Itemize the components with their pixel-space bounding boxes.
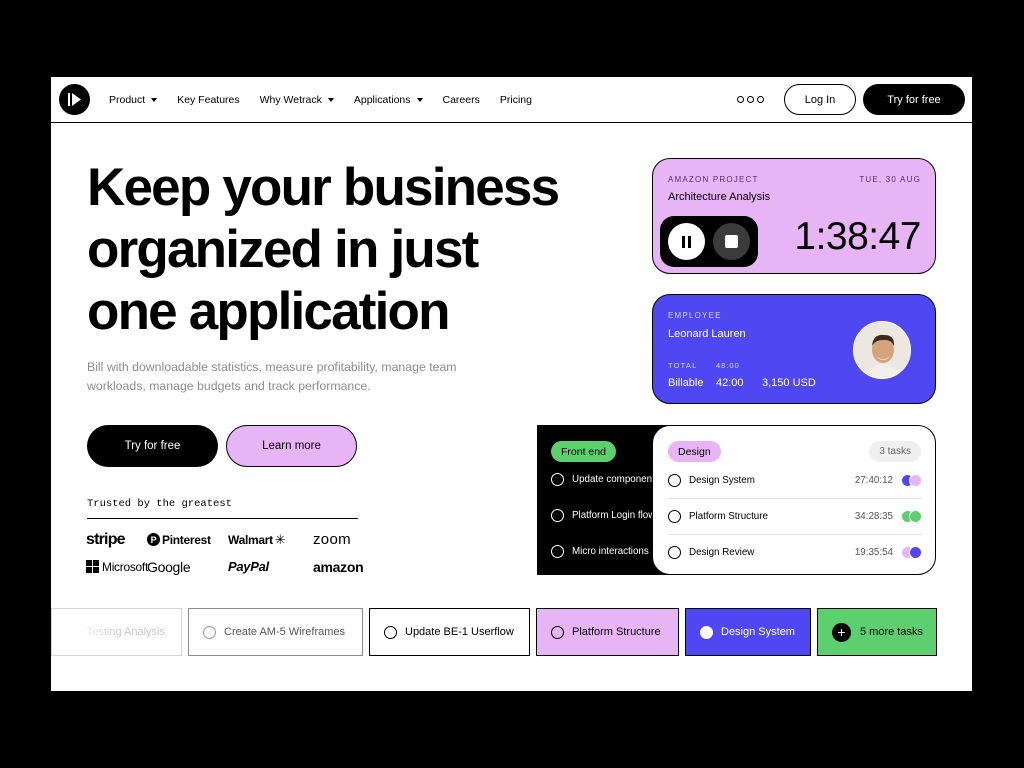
google-logo: Google xyxy=(147,558,191,575)
hero-title: Keep your business organized in just one… xyxy=(87,158,560,341)
stripe-logo: stripe xyxy=(86,530,126,548)
strip-task-userflow[interactable]: Update BE-1 Userflow xyxy=(369,608,530,656)
frontend-tag: Front end xyxy=(551,441,616,462)
total-label: TOTAL xyxy=(668,361,698,370)
login-button[interactable]: Log In xyxy=(784,84,856,115)
radio-icon[interactable] xyxy=(203,625,216,639)
billable-hours: 42:00 xyxy=(716,377,744,389)
radio-icon[interactable] xyxy=(551,509,564,522)
billable-amount: 3,150 USD xyxy=(762,377,816,389)
design-tag: Design xyxy=(668,441,721,462)
radio-icon[interactable] xyxy=(668,509,681,523)
radio-icon[interactable] xyxy=(668,545,681,559)
nav-item-key-features[interactable]: Key Features xyxy=(177,94,239,106)
task-row[interactable]: Design System 27:40:12 xyxy=(668,470,922,490)
employee-label: EMPLOYEE xyxy=(668,311,722,320)
landing-page: Product Key Features Why Wetrack Applica… xyxy=(51,77,972,691)
top-navbar: Product Key Features Why Wetrack Applica… xyxy=(51,77,972,123)
chevron-down-icon xyxy=(416,98,423,102)
strip-task-design-system[interactable]: Design System xyxy=(685,608,811,656)
paypal-logo: PayPal xyxy=(228,559,269,574)
billable-label: Billable xyxy=(668,377,704,389)
avatar xyxy=(853,321,911,379)
stop-icon xyxy=(725,235,738,248)
employee-card: EMPLOYEE Leonard Lauren TOTAL 48:00 Bill… xyxy=(652,294,936,404)
nav-item-why-wetrack[interactable]: Why Wetrack xyxy=(260,94,334,106)
microsoft-logo: Microsoft xyxy=(86,557,148,576)
more-options-icon[interactable] xyxy=(737,96,764,103)
strip-task-wireframes[interactable]: Create AM-5 Wireframes xyxy=(188,608,363,656)
nav-item-applications[interactable]: Applications xyxy=(354,94,423,106)
pinterest-logo: P Pinterest xyxy=(147,530,228,549)
assignee-avatars xyxy=(901,473,922,487)
microsoft-icon xyxy=(86,560,99,573)
learn-more-button[interactable]: Learn more xyxy=(226,425,357,467)
brand-logos: stripe P Pinterest Walmart ✳ zoom Microsof… xyxy=(86,530,366,576)
task-row[interactable]: Design Review 19:35:54 xyxy=(668,542,922,562)
stop-button[interactable] xyxy=(713,223,750,260)
nav-item-product[interactable]: Product xyxy=(109,94,158,106)
brand-logo-icon[interactable] xyxy=(59,84,90,115)
radio-icon[interactable] xyxy=(384,625,397,639)
nav-item-pricing[interactable]: Pricing xyxy=(500,94,532,106)
radio-icon[interactable] xyxy=(551,625,564,639)
task-count-badge: 3 tasks xyxy=(869,441,921,462)
project-label: AMAZON PROJECT xyxy=(668,175,759,184)
trusted-label: Trusted by the greatest xyxy=(87,498,358,519)
amazon-logo: amazon xyxy=(313,558,364,575)
nav-links: Product Key Features Why Wetrack Applica… xyxy=(109,77,552,123)
chevron-down-icon xyxy=(327,98,334,102)
design-task-panel: Design 3 tasks Design System 27:40:12 Pl… xyxy=(652,425,936,575)
try-free-nav-button[interactable]: Try for free xyxy=(863,84,965,115)
pause-icon xyxy=(682,236,685,248)
radio-icon[interactable] xyxy=(551,545,564,558)
radio-icon[interactable] xyxy=(700,625,713,639)
radio-icon[interactable] xyxy=(551,473,564,486)
plus-icon: + xyxy=(832,622,851,642)
strip-task-platform-structure[interactable]: Platform Structure xyxy=(536,608,679,656)
total-hours: 48:00 xyxy=(716,361,740,370)
employee-name: Leonard Lauren xyxy=(668,328,746,340)
nav-item-careers[interactable]: Careers xyxy=(443,94,480,106)
pause-button[interactable] xyxy=(668,223,705,260)
zoom-logo: zoom xyxy=(313,531,351,548)
timer-task-title: Architecture Analysis xyxy=(668,191,771,203)
task-row[interactable]: Platform Structure 34:28:35 xyxy=(668,506,922,526)
radio-icon[interactable] xyxy=(668,473,681,487)
assignee-avatars xyxy=(901,545,922,559)
try-free-button[interactable]: Try for free xyxy=(87,425,218,467)
spark-icon: ✳ xyxy=(274,531,286,547)
timer-card: AMAZON PROJECT TUE, 30 AUG Architecture … xyxy=(652,158,936,274)
pinterest-icon: P xyxy=(147,533,160,546)
timer-display: 1:38:47 xyxy=(794,215,921,258)
timer-date: TUE, 30 AUG xyxy=(859,175,921,184)
more-tasks-button[interactable]: +5 more tasks xyxy=(817,608,937,656)
chevron-down-icon xyxy=(151,98,158,102)
walmart-logo: Walmart ✳ xyxy=(228,531,286,547)
assignee-avatars xyxy=(901,509,922,523)
timer-controls xyxy=(660,216,758,267)
strip-task-testing[interactable]: Testing Analysis xyxy=(51,608,182,656)
hero-subtitle: Bill with downloadable statistics, measu… xyxy=(87,360,457,393)
